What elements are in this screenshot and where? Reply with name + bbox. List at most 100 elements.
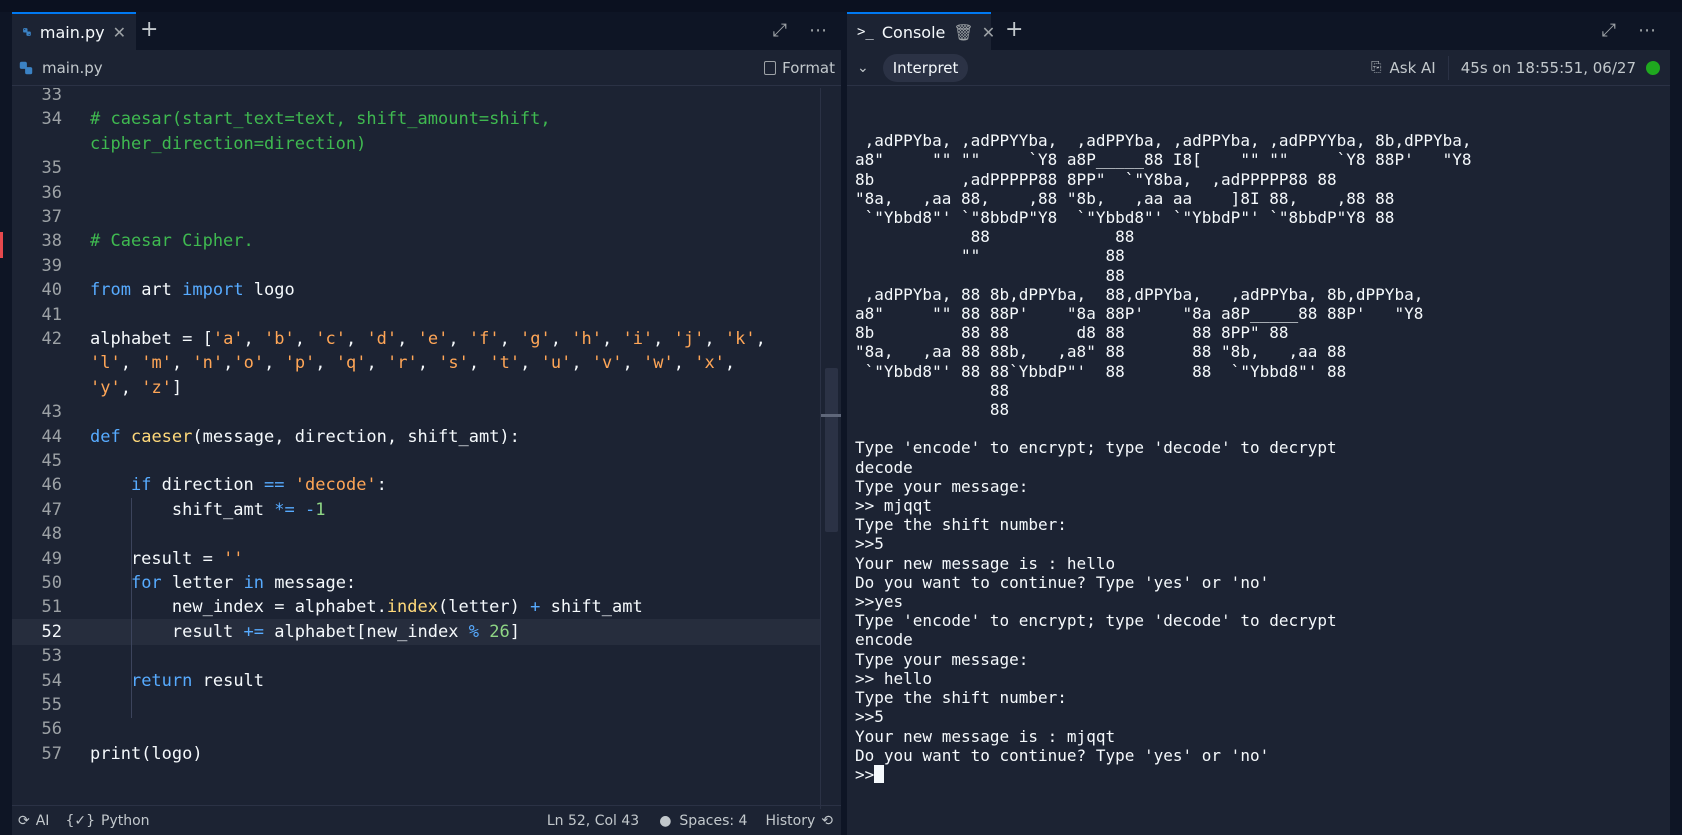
console-line: a8" "" 88 88P' "8a 88P' "8a a8P_____88 8… xyxy=(855,304,1424,324)
console-pane: >_ Console 🗑 ✕ + ⤢ ⋯ ⌄ Interpret ⎘ Ask A… xyxy=(847,12,1670,835)
close-icon[interactable]: ✕ xyxy=(113,23,126,42)
cursor-position[interactable]: Ln 52, Col 43 xyxy=(547,813,639,829)
line-number: 48 xyxy=(41,524,62,545)
line-number: 55 xyxy=(41,695,62,715)
console-line: 8b ,adPPPPP88 8PP" `"Y8ba, ,adPPPPP88 88 xyxy=(855,169,1337,189)
line-number: 40 xyxy=(41,280,62,301)
run-info: 45s on 18:55:51, 06/27 xyxy=(1460,58,1636,77)
line-number: 52 xyxy=(41,621,62,642)
console-line: Your new message is : mjqqt xyxy=(855,726,1116,746)
edge-marker xyxy=(0,232,3,258)
console-line: >> hello xyxy=(855,668,933,688)
console-output[interactable]: ,adPPYba, ,adPPYYba, ,adPPYba, ,adPPYba,… xyxy=(855,112,1655,812)
console-line: Type 'encode' to encrypt; type 'decode' … xyxy=(855,611,1337,631)
console-line: 88 88 xyxy=(855,227,1135,247)
line-number xyxy=(12,131,62,157)
editor-pane: main.py ✕ + ⤢ ⋯ main.py Format 33 34 # cae… xyxy=(12,12,841,835)
history-icon: ⟲ xyxy=(821,812,833,829)
code-line[interactable]: cipher_direction=direction) xyxy=(90,131,366,157)
code-line[interactable]: new_index = alphabet.index(letter) + shi… xyxy=(90,594,643,620)
console-line: Your new message is : hello xyxy=(855,553,1116,573)
line-number: 51 xyxy=(41,597,62,618)
new-tab-button[interactable]: + xyxy=(1005,18,1023,42)
right-edge xyxy=(1670,12,1682,835)
code-editor[interactable]: 33 34 # caesar(start_text=text, shift_amou… xyxy=(12,88,820,809)
code-line[interactable]: # Caesar Cipher. xyxy=(90,228,254,254)
tab-label: Console xyxy=(881,22,946,42)
tab-main-py[interactable]: main.py ✕ xyxy=(12,12,136,50)
editor-breadcrumb-bar: main.py Format xyxy=(12,50,841,86)
trash-icon[interactable]: 🗑 xyxy=(953,23,973,42)
chevron-down-icon[interactable]: ⌄ xyxy=(857,60,869,76)
line-number: 37 xyxy=(41,207,62,227)
line-number: 46 xyxy=(41,475,62,496)
code-line[interactable]: # caesar(start_text=text, shift_amount=s… xyxy=(90,106,551,132)
line-number: 47 xyxy=(41,499,62,520)
console-line: "8a, ,aa 88, ,88 "8b, ,aa aa ]8I 88, ,88… xyxy=(855,188,1395,208)
console-line: 88 xyxy=(855,380,1010,400)
code-line[interactable]: 'y', 'z'] xyxy=(90,375,182,401)
terminal-icon: >_ xyxy=(857,24,874,40)
console-line: >> mjqqt xyxy=(855,496,933,516)
code-line[interactable]: return result xyxy=(90,668,264,694)
indent-guide xyxy=(131,596,132,670)
line-number: 42 xyxy=(41,329,62,349)
console-line: `"Ybbd8"' 88 88`YbbdP"' 88 88 `"Ybbd8"' … xyxy=(855,361,1347,381)
console-line: ,adPPYba, ,adPPYYba, ,adPPYba, ,adPPYba,… xyxy=(855,131,1472,151)
console-line: 8b 88 88 d8 88 88 8PP" 88 xyxy=(855,323,1289,343)
tab-console[interactable]: >_ Console 🗑 ✕ xyxy=(847,12,995,50)
code-line[interactable]: def caeser(message, direction, shift_amt… xyxy=(90,424,520,450)
code-line[interactable]: alphabet = ['a', 'b', 'c', 'd', 'e', 'f'… xyxy=(90,326,766,352)
code-line[interactable]: result += alphabet[new_index % 26] xyxy=(90,619,520,645)
line-number: 33 xyxy=(41,88,62,105)
tab-label: main.py xyxy=(39,22,105,42)
code-line[interactable]: 'l', 'm', 'n','o', 'p', 'q', 'r', 's', '… xyxy=(90,350,735,376)
format-label: Format xyxy=(782,58,835,77)
console-prompt[interactable]: >> xyxy=(855,764,1655,784)
language-mode[interactable]: Python xyxy=(101,813,150,829)
code-line[interactable]: print(logo) xyxy=(90,741,203,767)
code-line[interactable]: result = '' xyxy=(90,546,244,572)
line-number: 49 xyxy=(41,548,62,569)
new-tab-button[interactable]: + xyxy=(140,18,158,42)
breadcrumb[interactable]: main.py xyxy=(42,59,103,77)
console-line: encode xyxy=(855,630,913,650)
line-number: 34 xyxy=(41,109,62,130)
console-line: Type 'encode' to encrypt; type 'decode' … xyxy=(855,438,1337,458)
console-line: >>5 xyxy=(855,707,884,727)
ask-ai-icon: ⎘ xyxy=(1371,60,1382,75)
python-icon xyxy=(19,61,33,74)
console-line: `"Ybbd8"' `"8bbdP"Y8 `"Ybbd8"' `"YbbdP"'… xyxy=(855,208,1395,228)
code-line[interactable]: if direction == 'decode': xyxy=(90,472,387,498)
scrollbar-marker xyxy=(821,414,841,417)
scrollbar-thumb[interactable] xyxy=(825,368,838,532)
ask-ai-button[interactable]: ⎘ Ask AI xyxy=(1371,59,1436,77)
python-icon xyxy=(23,28,31,36)
editor-scrollbar[interactable] xyxy=(820,88,841,809)
ai-status[interactable]: AI xyxy=(36,813,50,829)
line-number: 53 xyxy=(41,646,62,667)
code-line[interactable]: from art import logo xyxy=(90,277,295,303)
more-icon[interactable]: ⋯ xyxy=(809,20,827,41)
console-line: a8" "" "" `Y8 a8P_____88 I8[ "" "" `Y8 8… xyxy=(855,150,1472,170)
more-icon[interactable]: ⋯ xyxy=(1638,20,1656,41)
console-line: decode xyxy=(855,457,913,477)
run-status-dot xyxy=(1646,60,1660,75)
line-number: 56 xyxy=(41,719,62,740)
editor-status-bar: ⟳ AI {✓} Python Ln 52, Col 43 ● Spaces: … xyxy=(12,805,841,835)
console-line: ,adPPYba, 88 8b,dPPYba, 88,dPPYba, ,adPP… xyxy=(855,284,1424,304)
interpret-button[interactable]: Interpret xyxy=(882,53,969,82)
code-line[interactable]: shift_amt *= -1 xyxy=(90,497,326,523)
line-number: 39 xyxy=(41,255,62,276)
expand-icon[interactable]: ⤢ xyxy=(773,20,787,41)
expand-icon[interactable]: ⤢ xyxy=(1602,20,1616,41)
indent-setting[interactable]: Spaces: 4 xyxy=(679,813,747,829)
console-line: Type your message: xyxy=(855,476,1029,496)
code-line[interactable]: for letter in message: xyxy=(90,570,356,596)
line-number: 54 xyxy=(41,670,62,691)
console-line: 88 xyxy=(855,400,1010,420)
history-button[interactable]: History xyxy=(765,813,815,829)
format-button[interactable]: Format xyxy=(764,59,835,77)
prompt-text: >> xyxy=(855,764,875,784)
close-icon[interactable]: ✕ xyxy=(982,23,995,42)
